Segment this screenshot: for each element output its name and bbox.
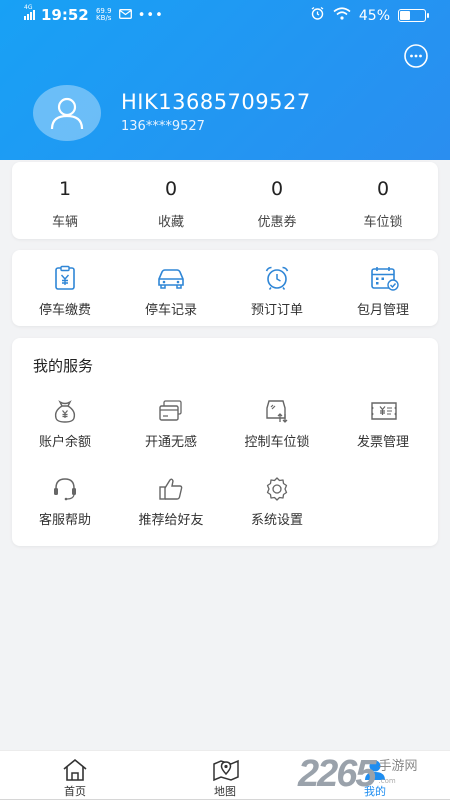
watermark-text: 手游网 .com <box>379 760 418 788</box>
quick-action-label: 预订订单 <box>250 303 303 318</box>
customer-service-button[interactable]: 客服帮助 <box>12 476 118 536</box>
control-parking-lock-button[interactable]: 控制车位锁 <box>224 398 330 458</box>
service-label: 系统设置 <box>250 513 303 528</box>
stat-label: 车位锁 <box>363 215 403 230</box>
battery-percent: 45% <box>358 7 390 24</box>
parking-fee-icon <box>52 265 78 291</box>
service-label: 发票管理 <box>356 435 409 450</box>
alarm-clock-icon <box>264 265 290 291</box>
more-dots-icon: ••• <box>137 7 164 23</box>
service-label: 开通无感 <box>144 435 197 450</box>
mail-icon <box>118 7 132 23</box>
map-icon <box>212 758 239 784</box>
invoice-management-button[interactable]: 发票管理 <box>330 398 436 458</box>
signal-label: 4G <box>24 4 33 11</box>
nav-home[interactable]: 首页 <box>0 751 150 800</box>
thumbs-up-icon <box>158 476 184 502</box>
stat-vehicles[interactable]: 1 车辆 <box>12 162 118 239</box>
battery-fill <box>400 11 410 20</box>
monthly-management-button[interactable]: 包月管理 <box>330 250 436 326</box>
watermark-number: 2265 <box>298 752 377 795</box>
booking-orders-button[interactable]: 预订订单 <box>224 250 330 326</box>
user-name: HIK13685709527 <box>121 90 311 114</box>
quick-action-label: 停车缴费 <box>38 303 91 318</box>
user-phone: 136****9527 <box>121 119 205 134</box>
stat-coupons[interactable]: 0 优惠券 <box>224 162 330 239</box>
stat-value: 1 <box>58 178 72 200</box>
stat-value: 0 <box>376 178 390 200</box>
avatar[interactable] <box>33 85 101 141</box>
nav-label: 首页 <box>64 785 86 798</box>
network-speed: 69.9 KB/s <box>95 8 113 22</box>
parking-lock-icon <box>264 398 290 424</box>
my-services-card: 我的服务 账户余额 开通无感 控制车位锁 发票管理 客服帮助 推荐给好友 系统设… <box>12 338 438 546</box>
card-icon <box>158 398 184 424</box>
signal-indicator: 4G <box>24 4 35 20</box>
quick-actions-card: 停车缴费 停车记录 预订订单 包月管理 <box>12 250 438 326</box>
quick-action-label: 停车记录 <box>144 303 197 318</box>
chat-bubble-icon <box>404 44 428 68</box>
service-label: 推荐给好友 <box>138 513 204 528</box>
clock: 19:52 <box>41 6 89 24</box>
watermark-label: 手游网 <box>378 759 418 774</box>
system-settings-button[interactable]: 系统设置 <box>224 476 330 536</box>
stat-label: 收藏 <box>157 215 184 230</box>
section-title: 我的服务 <box>33 357 94 375</box>
nav-label: 地图 <box>214 785 236 798</box>
stat-label: 车辆 <box>51 215 78 230</box>
nav-map[interactable]: 地图 <box>150 751 300 800</box>
chat-more-button[interactable] <box>403 43 429 69</box>
alarm-status-icon <box>310 6 325 25</box>
headset-icon <box>52 476 78 502</box>
calendar-icon <box>370 265 399 291</box>
watermark-sub: .com <box>378 777 396 785</box>
wifi-icon <box>333 7 351 24</box>
stat-value: 0 <box>270 178 284 200</box>
stat-label: 优惠券 <box>257 215 297 230</box>
enable-contactless-button[interactable]: 开通无感 <box>118 398 224 458</box>
network-speed-unit: KB/s <box>96 14 112 22</box>
stats-card: 1 车辆 0 收藏 0 优惠券 0 车位锁 <box>12 162 438 239</box>
stat-favorites[interactable]: 0 收藏 <box>118 162 224 239</box>
money-bag-icon <box>52 398 78 424</box>
car-icon <box>158 265 184 291</box>
site-watermark: 2265 手游网 .com <box>298 748 450 800</box>
service-label: 账户余额 <box>38 435 91 450</box>
home-icon <box>62 758 88 784</box>
battery-icon <box>398 9 429 22</box>
status-bar: 4G 19:52 69.9 KB/s ••• 45% <box>0 0 450 30</box>
user-avatar-icon <box>50 97 84 130</box>
invoice-icon <box>370 398 397 424</box>
account-balance-button[interactable]: 账户余额 <box>12 398 118 458</box>
quick-action-label: 包月管理 <box>356 303 409 318</box>
parking-fee-button[interactable]: 停车缴费 <box>12 250 118 326</box>
stat-parking-locks[interactable]: 0 车位锁 <box>330 162 436 239</box>
recommend-friend-button[interactable]: 推荐给好友 <box>118 476 224 536</box>
service-label: 客服帮助 <box>38 513 91 528</box>
stat-value: 0 <box>164 178 178 200</box>
gear-icon <box>264 476 290 502</box>
service-label: 控制车位锁 <box>244 435 310 450</box>
parking-records-button[interactable]: 停车记录 <box>118 250 224 326</box>
